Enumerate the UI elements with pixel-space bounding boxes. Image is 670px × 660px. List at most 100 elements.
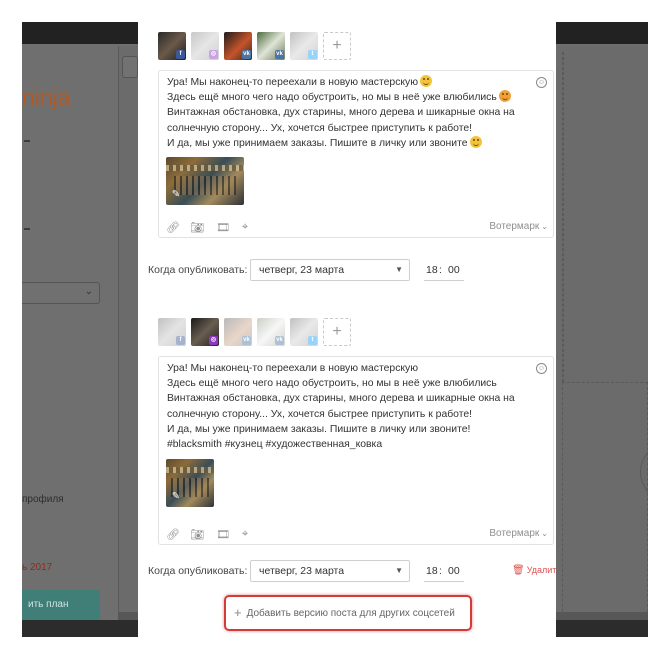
post-line: солнечную сторону... Ух, хочется быстрее… — [167, 122, 473, 134]
post-toolbar: 🔗︎ 📷︎ 🎞︎ ⌖ Вотермарк ⌄ — [166, 528, 548, 542]
vk-icon: vk — [242, 336, 251, 345]
sidebar-marker — [24, 228, 30, 230]
watermark-dropdown[interactable]: Вотермарк ⌄ — [489, 528, 548, 539]
time-separator: : — [439, 264, 442, 276]
kiss-emoji-icon — [498, 90, 511, 103]
account-avatar[interactable]: vk — [224, 318, 252, 346]
post-line: солнечную сторону... Ух, хочется быстрее… — [167, 408, 473, 420]
add-account-button[interactable]: + — [323, 32, 351, 60]
time-separator: : — [439, 565, 442, 577]
pencil-icon[interactable]: ✎ — [170, 491, 182, 503]
post-line: Винтажная обстановка, дух старины, много… — [167, 107, 515, 119]
smiley-icon[interactable]: ☺ — [536, 363, 547, 374]
facebook-icon: f — [176, 50, 185, 59]
publish-schedule: Когда опубликовать: четверг, 23 марта ▼ … — [148, 259, 546, 281]
post-line: Ура! Мы наконец-то переехали в новую мас… — [167, 363, 419, 374]
sidebar-profile-text: профиля — [22, 494, 64, 505]
post-image[interactable]: ✎ — [166, 459, 214, 507]
post-editor-modal: f ◎ vk vk t + Ура! Мы наконец-то перееха… — [138, 22, 556, 637]
publish-hour: 18 — [426, 565, 438, 577]
publish-minute: 00 — [448, 264, 460, 276]
post-line: И да, мы уже принимаем заказы. Пишите в … — [167, 137, 468, 149]
link-icon[interactable]: 🔗︎ — [166, 221, 180, 234]
link-icon[interactable]: 🔗︎ — [166, 528, 180, 541]
delete-label: Удалить — [526, 565, 556, 575]
account-selector: f ◎ vk vk t + — [158, 32, 418, 62]
calendar-divider — [562, 52, 564, 382]
account-avatar[interactable]: f — [158, 318, 186, 346]
account-avatar[interactable]: ◎ — [191, 318, 219, 346]
camera-icon[interactable]: 📷︎ — [190, 528, 204, 541]
publish-time-input[interactable]: 18 : 00 — [424, 259, 464, 281]
post-line: Здесь ещё много чего надо обустроить, но… — [167, 378, 497, 390]
watermark-label: Вотермарк — [489, 221, 540, 232]
post-text[interactable]: Ура! Мы наконец-то переехали в новую мас… — [159, 357, 553, 452]
video-icon[interactable]: 🎞︎ — [216, 528, 230, 541]
watermark-dropdown[interactable]: Вотермарк ⌄ — [489, 221, 548, 232]
post-toolbar: 🔗︎ 📷︎ 🎞︎ ⌖ Вотермарк ⌄ — [166, 221, 548, 235]
publish-minute: 00 — [448, 565, 460, 577]
vk-icon: vk — [275, 50, 284, 59]
brand-logo: ninja — [22, 84, 71, 110]
post-image[interactable]: ✎ — [166, 157, 244, 205]
trash-icon: 🗑︎ — [512, 565, 525, 576]
account-avatar[interactable]: t — [290, 318, 318, 346]
post-line: Здесь ещё много чего надо обустроить, но… — [167, 92, 497, 104]
chevron-down-icon: ⌄ — [541, 529, 548, 538]
smiley-icon[interactable]: ☺ — [536, 77, 547, 88]
chevron-down-icon: ⌄ — [541, 222, 548, 231]
account-avatar[interactable]: vk — [224, 32, 252, 60]
post-line: И да, мы уже принимаем заказы. Пишите в … — [167, 423, 471, 435]
plus-icon: + — [234, 605, 242, 620]
sidebar-select: ⌄ — [22, 282, 100, 304]
account-avatar[interactable]: ◎ — [191, 32, 219, 60]
instagram-icon: ◎ — [209, 50, 218, 59]
post-line: Ура! Мы наконец-то переехали в новую мас… — [167, 77, 419, 88]
delete-version-button[interactable]: 🗑︎Удалить — [512, 565, 556, 576]
chevron-down-icon: ⌄ — [84, 286, 93, 297]
toolbar-button — [122, 56, 138, 78]
account-avatar[interactable]: vk — [257, 32, 285, 60]
account-selector: f ◎ vk vk t + — [158, 318, 418, 348]
caret-down-icon: ▼ — [395, 566, 403, 575]
plan-button: ить план — [22, 590, 100, 620]
camera-icon[interactable]: 📷︎ — [190, 221, 204, 234]
post-editor[interactable]: Ура! Мы наконец-то переехали в новую мас… — [158, 70, 554, 238]
calendar-cell — [562, 382, 648, 622]
account-avatar[interactable]: f — [158, 32, 186, 60]
publish-date-select[interactable]: четверг, 23 марта ▼ — [250, 259, 410, 281]
wink-emoji-icon — [469, 135, 482, 148]
vk-icon: vk — [275, 336, 284, 345]
publish-hour: 18 — [426, 264, 438, 276]
publish-date-select[interactable]: четверг, 23 марта ▼ — [250, 560, 410, 582]
vk-icon: vk — [242, 50, 251, 59]
facebook-icon: f — [176, 336, 185, 345]
account-avatar[interactable]: vk — [257, 318, 285, 346]
publish-label: Когда опубликовать: — [148, 565, 248, 577]
grin-emoji-icon — [420, 75, 433, 87]
twitter-icon: t — [308, 50, 317, 59]
post-line: Винтажная обстановка, дух старины, много… — [167, 393, 515, 405]
account-avatar[interactable]: t — [290, 32, 318, 60]
caret-down-icon: ▼ — [395, 265, 403, 274]
twitter-icon: t — [308, 336, 317, 345]
location-icon[interactable]: ⌖ — [242, 528, 248, 541]
add-version-label: Добавить версию поста для других соцсете… — [246, 608, 455, 619]
post-hashtags: #blacksmith #кузнец #художественная_ковк… — [167, 439, 383, 451]
pencil-icon[interactable]: ✎ — [170, 189, 182, 201]
publish-time-input[interactable]: 18 : 00 — [424, 560, 464, 582]
publish-date-value: четверг, 23 марта — [259, 565, 345, 577]
video-icon[interactable]: 🎞︎ — [216, 221, 230, 234]
sidebar-date: ь 2017 — [22, 562, 53, 573]
publish-label: Когда опубликовать: — [148, 264, 248, 276]
sidebar-marker — [24, 140, 30, 142]
post-text[interactable]: Ура! Мы наконец-то переехали в новую мас… — [159, 71, 553, 151]
post-editor[interactable]: Ура! Мы наконец-то переехали в новую мас… — [158, 356, 554, 545]
add-version-button[interactable]: + Добавить версию поста для других соцсет… — [234, 603, 462, 623]
publish-schedule: Когда опубликовать: четверг, 23 марта ▼ … — [148, 560, 556, 582]
watermark-label: Вотермарк — [489, 528, 540, 539]
location-icon[interactable]: ⌖ — [242, 221, 248, 234]
instagram-icon: ◎ — [209, 336, 218, 345]
add-account-button[interactable]: + — [323, 318, 351, 346]
publish-date-value: четверг, 23 марта — [259, 264, 345, 276]
